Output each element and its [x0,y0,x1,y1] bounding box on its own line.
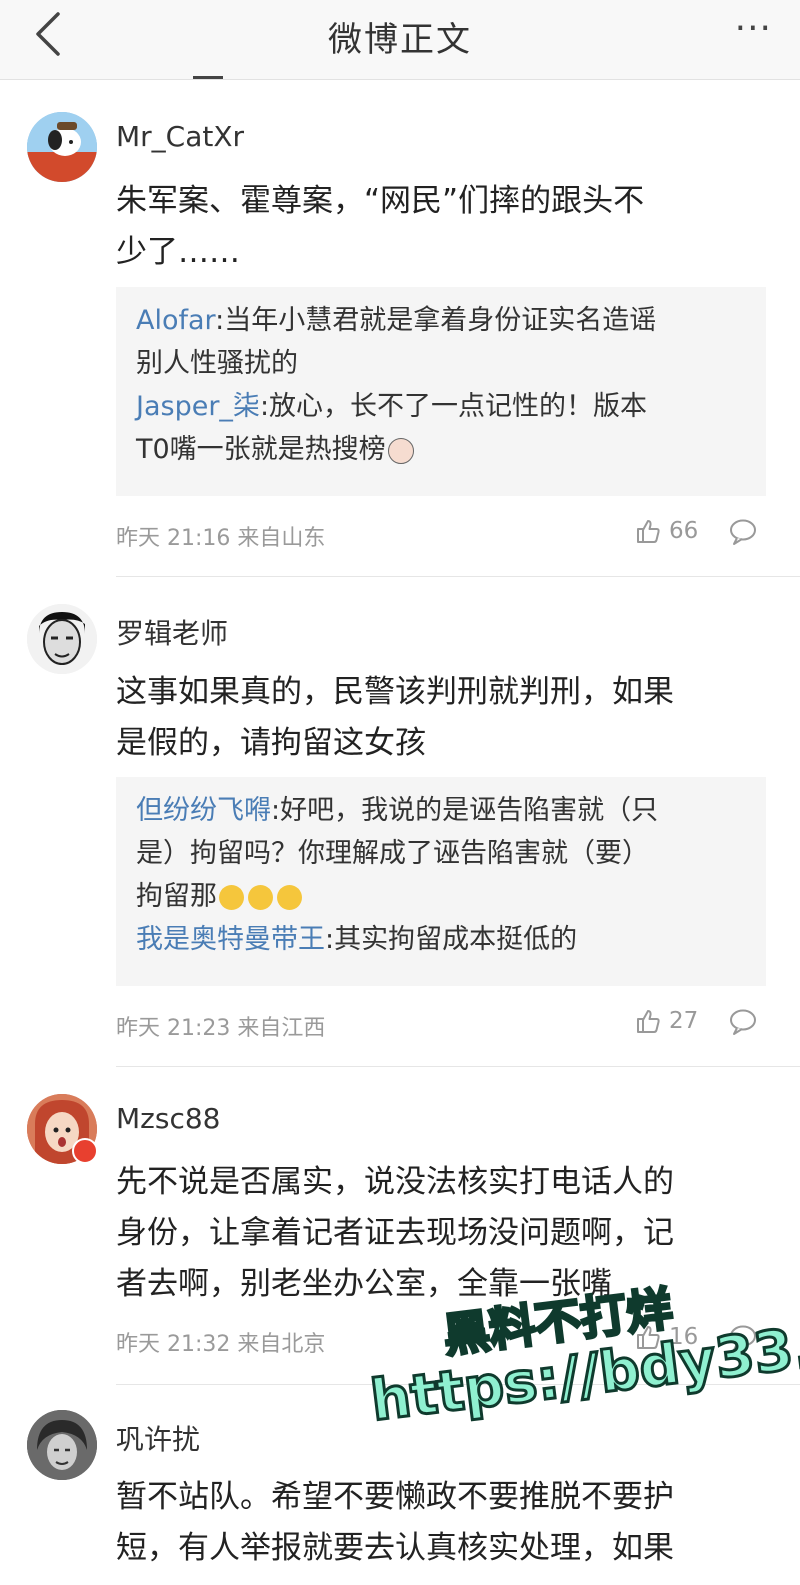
reply-button[interactable] [728,1008,758,1040]
reply-box[interactable]: Alofar:当年小慧君就是拿着身份证实名造谣 别人性骚扰的 Jasper_柒:… [116,287,766,496]
laughing-tears-emoji-icon [277,885,302,910]
comment-bubble-icon [730,1325,756,1351]
reply-item: 但纷纷飞嘚:好吧，我说的是诬告陷害就（只 是）拘留吗？你理解成了诬告陷害就（要）… [136,789,746,918]
laughing-tears-emoji-icon [219,885,244,910]
comment-text-line: 暂不站队。希望不要懒政不要推脱不要护 [116,1479,674,1515]
reply-text: T0嘴一张就是热搜榜 [136,434,386,465]
page-title: 微博正文 [328,20,472,60]
comment-text-line: 是假的，请拘留这女孩 [116,725,426,761]
username[interactable]: Mr_CatXr [116,120,244,153]
username[interactable]: 巩许扰 [116,1418,200,1458]
comment-text-line: 少了…… [116,234,240,270]
comment-text-line: 者去啊，别老坐办公室，全靠一张嘴 [116,1266,612,1302]
comment-text: 朱军案、霍尊案，“网民”们摔的跟头不 少了…… [116,176,766,278]
comment-text-line: 这事如果真的，民警该判刑就判刑，如果 [116,674,674,710]
reply-text: :当年小慧君就是拿着身份证实名造谣 [215,305,657,336]
reply-item: Alofar:当年小慧君就是拿着身份证实名造谣 别人性骚扰的 [136,299,746,385]
like-count: 27 [669,1008,699,1034]
comment-text: 先不说是否属实，说没法核实打电话人的 身份，让拿着记者证去现场没问题啊，记 者去… [116,1157,766,1310]
thumbs-up-icon [637,1010,660,1033]
avatar-image [27,112,97,182]
thumbs-up-icon [637,1326,660,1349]
reply-username[interactable]: 我是奥特曼带王 [136,924,325,955]
username[interactable]: 罗辑老师 [116,612,228,652]
verified-badge-icon [72,1138,98,1164]
divider [116,1384,800,1385]
tab-indicator [193,76,223,79]
comment-text: 这事如果真的，民警该判刑就判刑，如果 是假的，请拘留这女孩 [116,667,766,769]
comment-text-line: 朱军案、霍尊案，“网民”们摔的跟头不 [116,183,645,219]
reply-text: 是）拘留吗？你理解成了诬告陷害就（要） [136,838,649,869]
more-options-button[interactable]: ··· [735,8,772,49]
comment-bubble-icon [730,519,756,545]
reply-item: Jasper_柒:放心，长不了一点记性的！版本 T0嘴一张就是热搜榜 [136,385,746,471]
laughing-tears-emoji-icon [248,885,273,910]
like-button[interactable]: 16 [635,1324,698,1350]
comment-text-line: 短，有人举报就要去认真核实处理，如果 [116,1530,674,1566]
like-count: 16 [669,1324,699,1350]
reply-text: :好吧，我说的是诬告陷害就（只 [271,795,659,826]
reply-item: 我是奥特曼带王:其实拘留成本挺低的 [136,918,746,961]
avatar-image [27,1410,97,1480]
comment-meta: 昨天 21:32 来自北京 [116,1332,326,1357]
divider [116,576,800,577]
comment-text-line: 先不说是否属实，说没法核实打电话人的 [116,1164,674,1200]
avatar[interactable] [27,1410,97,1480]
reply-text: :放心，长不了一点记性的！版本 [259,391,648,422]
thumbs-up-icon [637,520,660,543]
like-button[interactable]: 27 [635,1008,698,1034]
avatar[interactable] [27,112,97,182]
reply-text: 拘留那 [136,881,217,912]
comment-meta: 昨天 21:23 来自江西 [116,1016,326,1041]
comment-meta: 昨天 21:16 来自山东 [116,526,326,551]
reply-box[interactable]: 但纷纷飞嘚:好吧，我说的是诬告陷害就（只 是）拘留吗？你理解成了诬告陷害就（要）… [116,777,766,986]
emoji-icon [387,437,414,464]
reply-text: :其实拘留成本挺低的 [325,924,578,955]
reply-username[interactable]: Jasper_柒 [136,391,260,422]
comment-text-line: 身份，让拿着记者证去现场没问题啊，记 [116,1215,674,1251]
comment-text: 暂不站队。希望不要懒政不要推脱不要护 短，有人举报就要去认真核实处理，如果 [116,1472,766,1574]
like-button[interactable]: 66 [635,518,698,544]
reply-username[interactable]: 但纷纷飞嘚 [136,795,271,826]
comment-bubble-icon [730,1009,756,1035]
like-count: 66 [669,518,699,544]
reply-text: 别人性骚扰的 [136,348,298,379]
nav-bar: 微博正文 ··· [0,0,800,80]
avatar-image [27,604,97,674]
divider [116,1066,800,1067]
reply-username[interactable]: Alofar [136,305,215,336]
reply-button[interactable] [728,1324,758,1356]
reply-button[interactable] [728,518,758,550]
username[interactable]: Mzsc88 [116,1102,220,1135]
avatar[interactable] [27,604,97,674]
